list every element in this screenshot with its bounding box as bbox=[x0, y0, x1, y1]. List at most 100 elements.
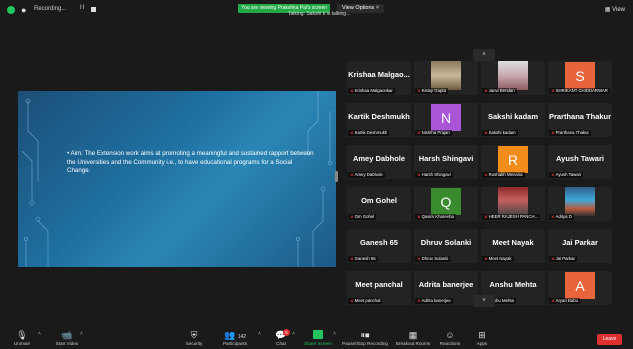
participant-name-label: ⨯Aditya D bbox=[549, 214, 574, 220]
participant-name: Sakshi kadam bbox=[488, 130, 516, 135]
participant-name: Nishtha Prajan bbox=[421, 130, 450, 135]
mic-muted-icon: ⨯ bbox=[551, 214, 555, 219]
leave-button[interactable]: Leave bbox=[597, 334, 622, 345]
share-screen-button[interactable]: Share Screen bbox=[302, 330, 334, 346]
participant-tile[interactable]: Jai Parkar ⨯Jai Parkar bbox=[548, 229, 612, 263]
participant-tile[interactable]: ⨯Janvi Bendan bbox=[481, 61, 545, 95]
zoom-window: ● Recording... II You are viewing Praksh… bbox=[0, 0, 633, 349]
participant-avatar: S bbox=[565, 62, 595, 89]
participant-display-name: Ganesh 65 bbox=[360, 238, 398, 247]
participant-avatar: N bbox=[431, 104, 461, 131]
participant-tile[interactable]: A ⨯Aryan Babu bbox=[548, 271, 612, 305]
participant-tile[interactable]: Om Gohel ⨯Om Gohel bbox=[347, 187, 411, 221]
participant-display-name: Prarthana Thakur bbox=[548, 112, 612, 121]
participant-tile[interactable]: Harsh Shingavi ⨯Harsh Shingavi bbox=[414, 145, 478, 179]
participant-name: Amey Dabhole bbox=[354, 172, 383, 177]
mic-muted-icon: ⨯ bbox=[417, 172, 421, 177]
audio-options-caret-icon[interactable]: ˄ bbox=[38, 331, 41, 337]
mic-muted-icon: ⨯ bbox=[350, 172, 354, 177]
participant-name-label: ⨯Jai Parkar bbox=[549, 256, 577, 262]
participant-video bbox=[498, 187, 528, 216]
start-video-button[interactable]: 📹 Start Video bbox=[50, 330, 84, 346]
participant-display-name: Meet panchal bbox=[355, 280, 403, 289]
security-button[interactable]: ⛨ Security bbox=[180, 330, 208, 346]
participant-display-name: Harsh Shingavi bbox=[418, 154, 474, 163]
split-resize-handle[interactable] bbox=[335, 171, 338, 182]
slide-text: • Aim: The Extension work aims at promot… bbox=[67, 150, 314, 175]
participants-caret-icon[interactable]: ˄ bbox=[258, 331, 261, 337]
participant-name-label: ⨯Sakshi kadam bbox=[482, 130, 518, 136]
pause-stop-recording-button[interactable]: ⏸⏹ Pause/Stop Recording bbox=[340, 330, 390, 346]
participant-avatar: Q bbox=[431, 188, 461, 215]
reactions-button[interactable]: ☺ Reactions bbox=[436, 330, 464, 346]
unmute-button[interactable]: 🎙 Unmute bbox=[8, 330, 36, 346]
participant-name: Prarthana Thakur bbox=[555, 130, 589, 135]
mic-muted-icon: ⨯ bbox=[551, 172, 555, 177]
video-options-caret-icon[interactable]: ˄ bbox=[80, 331, 83, 337]
mic-muted-icon: ⨯ bbox=[484, 214, 488, 219]
participant-tile[interactable]: Sakshi kadam ⨯Sakshi kadam bbox=[481, 103, 545, 137]
mic-muted-icon: ⨯ bbox=[484, 256, 488, 261]
apps-button[interactable]: ⊞ Apps bbox=[470, 330, 494, 346]
participant-video bbox=[565, 187, 595, 216]
shield-status-icon[interactable] bbox=[7, 6, 15, 14]
participant-gallery: Krishaa Malgao... ⨯Krishaa Malgaonkar ⨯Kis… bbox=[347, 49, 615, 307]
gallery-scroll-down-button[interactable]: ˅ bbox=[473, 295, 495, 307]
participant-tile[interactable]: Ayush Tawari ⨯Ayush Tawari bbox=[548, 145, 612, 179]
participant-name: Harsh Shingavi bbox=[421, 172, 451, 177]
participant-name-label: ⨯Om Gohel bbox=[348, 214, 377, 220]
participant-tile[interactable]: Meet panchal ⨯Meet panchal bbox=[347, 271, 411, 305]
participant-display-name: Anshu Mehta bbox=[489, 280, 537, 289]
participant-tile[interactable]: S ⨯SHRIKANT CHIDDARWAR bbox=[548, 61, 612, 95]
participant-tile[interactable]: ⨯Aditya D bbox=[548, 187, 612, 221]
participant-tile[interactable]: ⨯Kislay Gupta bbox=[414, 61, 478, 95]
breakout-rooms-button[interactable]: ▦ Breakout Rooms bbox=[394, 330, 432, 346]
mic-muted-icon: ⨯ bbox=[484, 130, 488, 135]
participant-tile[interactable]: Prarthana Thakur ⨯Prarthana Thakur bbox=[548, 103, 612, 137]
participant-display-name: Ayush Tawari bbox=[556, 154, 604, 163]
view-button[interactable]: ▦ View bbox=[605, 6, 625, 13]
participant-tile[interactable]: R ⨯Rushabh Menaria bbox=[481, 145, 545, 179]
participant-name-label: ⨯Kislay Gupta bbox=[415, 88, 448, 94]
participant-count: 142 bbox=[237, 334, 247, 340]
participant-name: Rushabh Menaria bbox=[488, 172, 523, 177]
chat-unread-badge: 5 bbox=[283, 329, 290, 336]
participant-tile[interactable]: Meet Nayak ⨯Meet Nayak bbox=[481, 229, 545, 263]
view-label: View bbox=[612, 7, 625, 13]
participant-name-label: ⨯Meet panchal bbox=[348, 298, 383, 304]
participant-name-label: ⨯Rushabh Menaria bbox=[482, 172, 525, 178]
participant-display-name: Dhruv Solanki bbox=[420, 238, 472, 247]
participant-name: Janvi Bendan bbox=[488, 88, 515, 93]
mic-muted-icon: ⨯ bbox=[350, 298, 354, 303]
participant-tile[interactable]: Amey Dabhole ⨯Amey Dabhole bbox=[347, 145, 411, 179]
chat-button[interactable]: 💬 Chat bbox=[268, 330, 294, 346]
talking-indicator: Talking: Sakshi k is talking... bbox=[288, 11, 351, 17]
mic-muted-icon: ⨯ bbox=[551, 298, 555, 303]
mic-muted-icon: ⨯ bbox=[551, 256, 555, 261]
mic-muted-icon: ⨯ bbox=[417, 298, 421, 303]
participant-tile[interactable]: ⨯HEER RAJESH PANCH... bbox=[481, 187, 545, 221]
mic-muted-icon: ⨯ bbox=[551, 88, 555, 93]
participant-tile[interactable]: Krishaa Malgao... ⨯Krishaa Malgaonkar bbox=[347, 61, 411, 95]
participant-tile[interactable]: Adrita banerjee ⨯Adrita banerjee bbox=[414, 271, 478, 305]
participant-name-label: ⨯Kartik Deshmukh bbox=[348, 130, 390, 136]
share-caret-icon[interactable]: ˄ bbox=[333, 331, 336, 337]
chat-caret-icon[interactable]: ˄ bbox=[292, 331, 295, 337]
participant-name-label: ⨯Janvi Bendan bbox=[482, 88, 517, 94]
participant-tile[interactable]: Dhruv Solanki ⨯Dhruv Solanki bbox=[414, 229, 478, 263]
participant-name: Adrita banerjee bbox=[421, 298, 451, 303]
pause-recording-icon[interactable]: II bbox=[80, 5, 85, 11]
participant-avatar: A bbox=[565, 272, 595, 299]
participants-button[interactable]: 👥 142 Participants bbox=[218, 330, 252, 346]
mic-muted-icon: ⨯ bbox=[484, 88, 488, 93]
participant-tile[interactable]: Q ⨯Qasim Khareeba bbox=[414, 187, 478, 221]
meeting-toolbar: 🎙 Unmute ˄ 📹 Start Video ˄ ⛨ Security 👥 … bbox=[0, 327, 633, 349]
participant-tile[interactable]: Ganesh 65 ⨯Ganesh 65 bbox=[347, 229, 411, 263]
participant-name: Meet panchal bbox=[354, 298, 381, 303]
participant-tile[interactable]: Kartik Deshmukh ⨯Kartik Deshmukh bbox=[347, 103, 411, 137]
participant-display-name: Om Gohel bbox=[361, 196, 397, 205]
participant-name-label: ⨯Meet Nayak bbox=[482, 256, 514, 262]
participant-display-name: Kartik Deshmukh bbox=[348, 112, 410, 121]
stop-recording-icon[interactable] bbox=[91, 7, 96, 12]
participant-tile[interactable]: N ⨯Nishtha Prajan bbox=[414, 103, 478, 137]
